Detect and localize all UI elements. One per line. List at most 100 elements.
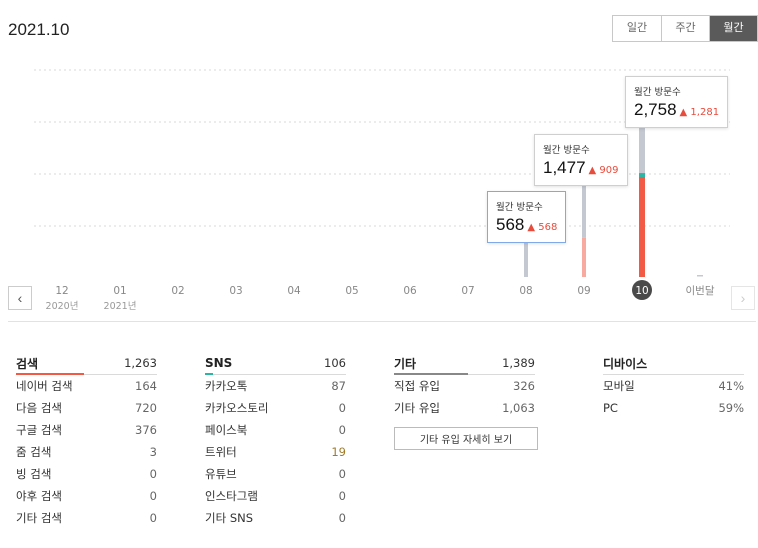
stat-name: 기타 검색 [16, 511, 62, 525]
stat-value: 0 [149, 489, 157, 503]
bar-marker [639, 173, 645, 178]
device-title: 디바이스 [603, 356, 648, 371]
x-tick-label: 01 [113, 285, 126, 297]
x-year-label: 2021년 [104, 301, 137, 312]
stat-value: 0 [338, 423, 346, 437]
stat-row: 페이스북 0 [205, 419, 346, 441]
stat-value: 19 [331, 445, 346, 459]
stat-row: 유튜브 0 [205, 463, 346, 485]
stat-value: 720 [135, 401, 157, 415]
stat-row: 야후 검색 0 [16, 485, 157, 507]
stat-name: 네이버 검색 [16, 379, 73, 393]
x-tick-label: 08 [519, 285, 532, 297]
tooltip-08: 월간 방문수 568 ▲ 568 [487, 191, 567, 243]
search-total: 1,263 [124, 356, 157, 370]
stat-row: 모바일 41% [603, 375, 744, 397]
stat-value: 0 [338, 489, 346, 503]
x-year-label: 2020년 [46, 301, 79, 312]
stat-name: 카카오스토리 [205, 401, 269, 415]
stat-row: PC 59% [603, 397, 744, 419]
stat-value: 59% [718, 401, 744, 415]
stat-name: 다음 검색 [16, 401, 62, 415]
stat-name: 야후 검색 [16, 489, 62, 503]
search-stats: 검색 1,263 네이버 검색 164 다음 검색 720 구글 검색 376 줌 검… [16, 352, 157, 529]
stat-name: 페이스북 [205, 423, 248, 437]
stat-value: 3 [149, 445, 157, 459]
search-title: 검색 [16, 356, 39, 371]
sns-title: SNS [205, 356, 233, 370]
chevron-right-icon[interactable]: › [731, 286, 755, 310]
device-stats: 디바이스 모바일 41% PC 59% [603, 352, 744, 419]
tooltip-delta-value: 909 [599, 165, 619, 176]
stat-name: 모바일 [603, 379, 635, 393]
other-total: 1,389 [502, 356, 535, 370]
x-tick-label: 02 [171, 285, 184, 297]
stat-row: 다음 검색 720 [16, 397, 157, 419]
visits-chart: 12 2020년 01 2021년 02 03 04 05 06 07 08 09 10 이번달 [34, 69, 730, 312]
tooltip-value: 568 [496, 215, 525, 234]
tooltip-label: 월간 방문수 [634, 87, 681, 98]
bar-base [524, 237, 528, 277]
stat-row: 구글 검색 376 [16, 419, 157, 441]
bar-increase [582, 237, 586, 277]
x-tick-label: 12 [55, 285, 68, 297]
x-tick-label: 09 [577, 285, 590, 297]
x-tick-label: 03 [229, 285, 242, 297]
device-header: 디바이스 [603, 352, 744, 375]
sns-stats: SNS 106 카카오톡 87 카카오스토리 0 페이스북 0 트위터 19 유튜브 0 … [205, 352, 346, 529]
chevron-left-icon[interactable]: ‹ [8, 286, 32, 310]
other-detail-button[interactable]: 기타 유입 자세히 보기 [394, 427, 538, 450]
tooltip-value: 2,758 [634, 100, 677, 119]
stat-value: 376 [135, 423, 157, 437]
stat-row: 트위터 19 [205, 441, 346, 463]
bar-increase [639, 175, 645, 277]
other-stats: 기타 1,389 직접 유입 326 기타 유입 1,063 기타 유입 자세히 보… [394, 352, 538, 450]
stat-row: 네이버 검색 164 [16, 375, 157, 397]
sns-header: SNS 106 [205, 352, 346, 375]
stat-row: 기타 SNS 0 [205, 507, 346, 529]
stat-row: 기타 유입 1,063 [394, 397, 535, 419]
stat-name: 카카오톡 [205, 379, 248, 393]
stat-row: 기타 검색 0 [16, 507, 157, 529]
x-tick-label: 07 [461, 285, 474, 297]
x-tick-label: 04 [287, 285, 301, 297]
stat-row: 빙 검색 0 [16, 463, 157, 485]
stat-name: 빙 검색 [16, 467, 52, 481]
x-tick-label: 06 [403, 285, 417, 297]
other-title: 기타 [394, 356, 417, 371]
stat-name: PC [603, 401, 618, 415]
tooltip-delta-value: 1,281 [690, 107, 720, 118]
other-header: 기타 1,389 [394, 352, 535, 375]
search-header: 검색 1,263 [16, 352, 157, 375]
x-tick-label: 이번달 [686, 285, 715, 297]
search-accent-line [16, 373, 84, 375]
stat-value: 0 [338, 401, 346, 415]
other-accent-line [394, 373, 468, 375]
stat-value: 1,063 [502, 401, 535, 415]
stat-name: 기타 SNS [205, 511, 254, 525]
stat-value: 0 [338, 467, 346, 481]
tooltip-delta-value: 568 [538, 222, 558, 233]
stat-row: 카카오톡 87 [205, 375, 346, 397]
stat-name: 트위터 [205, 445, 237, 459]
sns-total: 106 [324, 356, 346, 370]
stat-name: 기타 유입 [394, 401, 440, 415]
stat-name: 구글 검색 [16, 423, 62, 437]
tooltip-value: 1,477 [543, 158, 586, 177]
stat-name: 유튜브 [205, 467, 237, 481]
stat-value: 41% [718, 379, 744, 393]
tooltip-label: 월간 방문수 [543, 145, 590, 156]
x-tick-label: 05 [345, 285, 358, 297]
stat-name: 직접 유입 [394, 379, 440, 393]
bar-placeholder [697, 275, 703, 277]
stat-row: 인스타그램 0 [205, 485, 346, 507]
stat-value: 0 [149, 467, 157, 481]
stat-row: 직접 유입 326 [394, 375, 535, 397]
tooltip-delta: ▲ 909 [588, 165, 619, 176]
x-tick-label: 10 [635, 285, 648, 297]
tooltip-delta: ▲ 568 [527, 222, 558, 233]
tooltip-label: 월간 방문수 [496, 202, 543, 213]
stat-name: 인스타그램 [205, 489, 258, 503]
tooltip-delta: ▲ 1,281 [679, 107, 720, 118]
stat-row: 줌 검색 3 [16, 441, 157, 463]
